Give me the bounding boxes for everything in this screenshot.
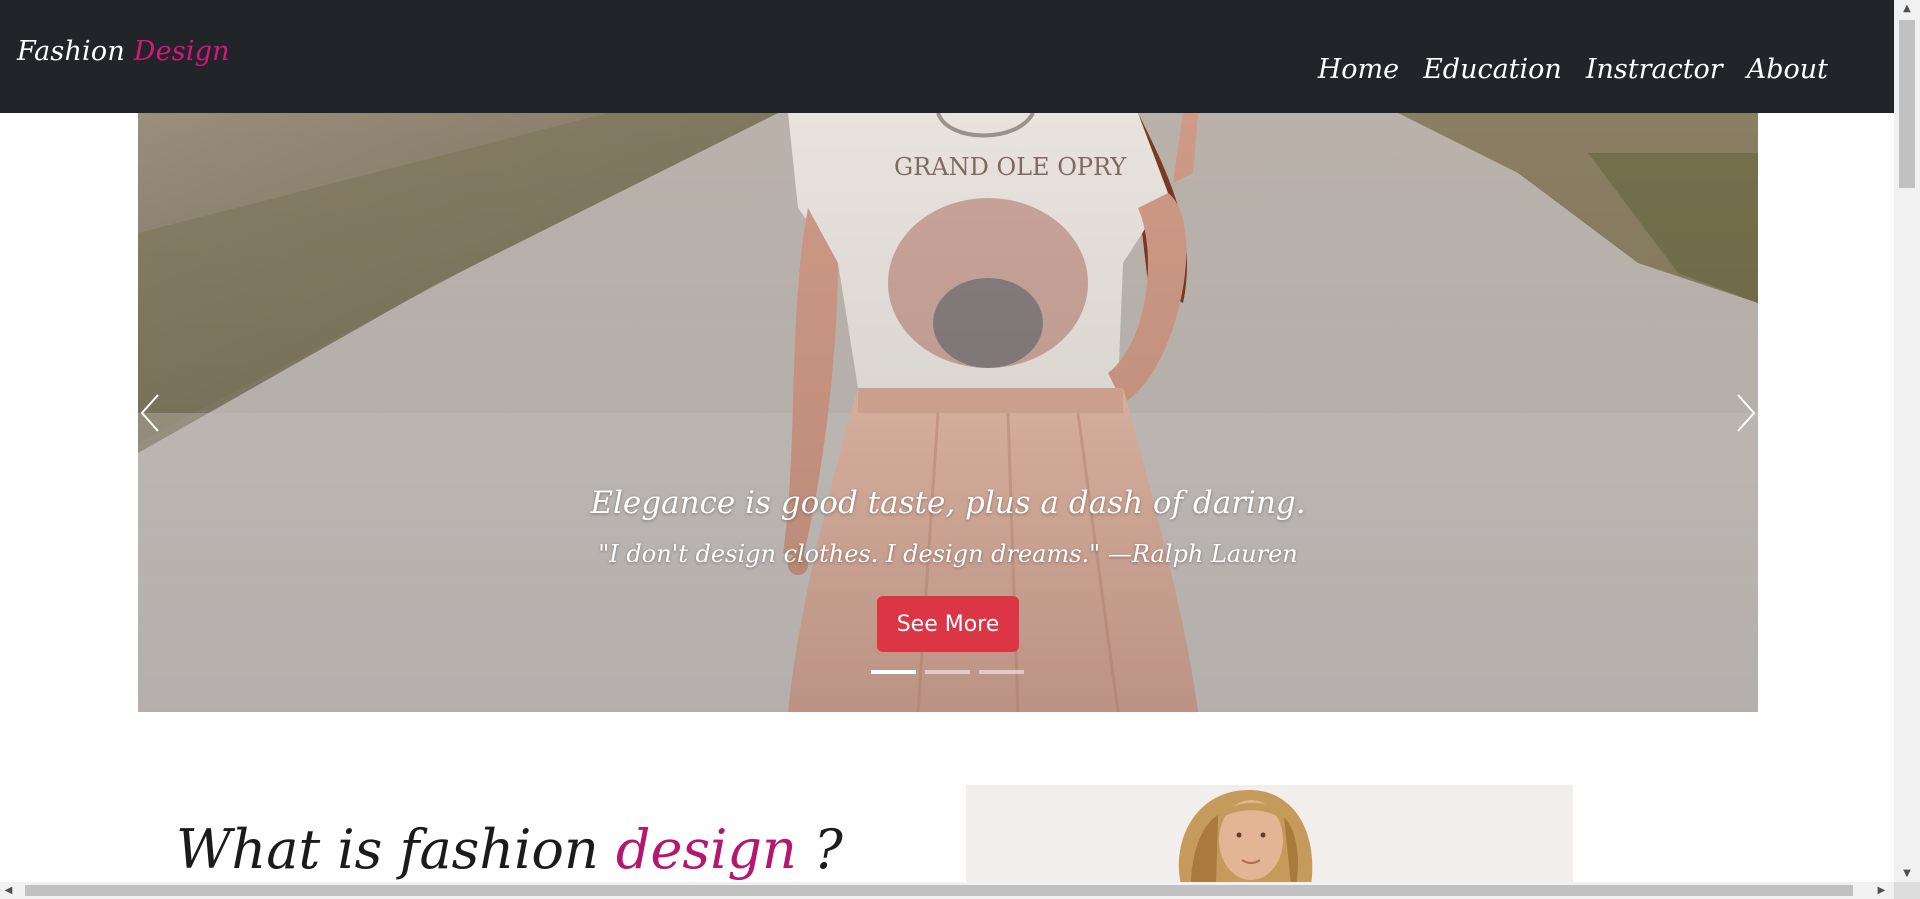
chevron-right-icon: [1737, 394, 1756, 432]
scrollbar-corner: [1894, 882, 1920, 899]
page: Fashion Design Home Education Instractor…: [0, 0, 1920, 899]
horizontal-scroll-thumb[interactable]: [25, 885, 1853, 896]
scroll-right-arrow-icon[interactable]: ▶: [1873, 882, 1890, 899]
carousel-prev-control[interactable]: [138, 383, 170, 443]
carousel-indicators: [871, 670, 1024, 674]
scroll-left-arrow-icon[interactable]: ◀: [0, 882, 17, 899]
top-navbar: Fashion Design Home Education Instractor…: [0, 0, 1894, 113]
vertical-scroll-thumb[interactable]: [1899, 20, 1915, 188]
carousel-indicator-2[interactable]: [925, 670, 970, 674]
carousel-caption-quote: "I don't design clothes. I design dreams…: [598, 540, 1298, 568]
nav-link-education[interactable]: Education: [1423, 54, 1562, 85]
vertical-scrollbar[interactable]: ▲ ▼: [1894, 0, 1920, 882]
chevron-left-icon: [140, 394, 159, 432]
scroll-up-arrow-icon[interactable]: ▲: [1894, 0, 1920, 17]
section-heading-part1: What is fashion: [176, 818, 599, 881]
fashion-model-image: [966, 785, 1573, 885]
horizontal-scrollbar[interactable]: ◀ ▶: [0, 882, 1920, 899]
carousel-indicator-1[interactable]: [871, 670, 916, 674]
nav-link-instractor[interactable]: Instractor: [1586, 54, 1723, 85]
section-heading-part2: ?: [813, 818, 843, 881]
nav-link-about[interactable]: About: [1747, 54, 1828, 85]
scroll-down-arrow-icon[interactable]: ▼: [1894, 865, 1920, 882]
nav-links: Home Education Instractor About: [1318, 54, 1828, 85]
section-heading-accent: design: [615, 818, 797, 881]
carousel-next-control[interactable]: [1726, 383, 1758, 443]
section-heading: What is fashion design ?: [176, 818, 843, 881]
brand-name-part2: Design: [133, 36, 230, 67]
carousel-caption-title: Elegance is good taste, plus a dash of d…: [590, 485, 1306, 521]
nav-link-home[interactable]: Home: [1318, 54, 1399, 85]
brand-logo-link[interactable]: Fashion Design: [17, 36, 230, 67]
hero-carousel: GRAND OLE OPRY Elegance is good: [138, 113, 1758, 712]
carousel-indicator-3[interactable]: [979, 670, 1024, 674]
brand-name-part1: Fashion: [17, 36, 125, 67]
see-more-button[interactable]: See More: [877, 596, 1019, 652]
